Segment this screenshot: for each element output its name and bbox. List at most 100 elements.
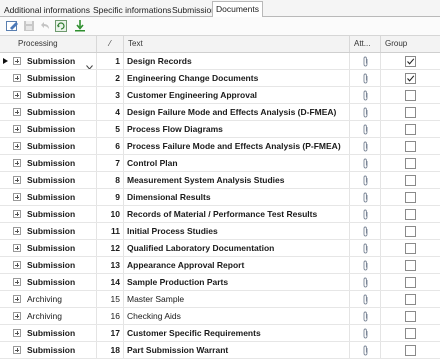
attachment-cell[interactable] bbox=[350, 121, 381, 137]
expand-icon[interactable] bbox=[13, 261, 21, 269]
processing-cell[interactable]: Submission bbox=[0, 189, 97, 205]
document-text[interactable]: Master Sample bbox=[124, 291, 350, 307]
paperclip-icon[interactable] bbox=[362, 311, 369, 322]
paperclip-icon[interactable] bbox=[362, 226, 369, 237]
paperclip-icon[interactable] bbox=[362, 90, 369, 101]
group-checkbox[interactable] bbox=[405, 175, 416, 186]
group-checkbox[interactable] bbox=[405, 209, 416, 220]
table-row[interactable]: Submission 14 Sample Production Parts bbox=[0, 274, 440, 291]
paperclip-icon[interactable] bbox=[362, 209, 369, 220]
document-text[interactable]: Records of Material / Performance Test R… bbox=[124, 206, 350, 222]
processing-cell[interactable]: Submission bbox=[0, 223, 97, 239]
attachment-cell[interactable] bbox=[350, 53, 381, 69]
tab-documents[interactable]: Documents bbox=[212, 1, 263, 18]
expand-icon[interactable] bbox=[13, 227, 21, 235]
document-text[interactable]: Process Failure Mode and Effects Analysi… bbox=[124, 138, 350, 154]
column-header-sort[interactable]: ⁄ bbox=[97, 36, 124, 52]
attachment-cell[interactable] bbox=[350, 223, 381, 239]
attachment-cell[interactable] bbox=[350, 206, 381, 222]
paperclip-icon[interactable] bbox=[362, 277, 369, 288]
paperclip-icon[interactable] bbox=[362, 124, 369, 135]
document-text[interactable]: Initial Process Studies bbox=[124, 223, 350, 239]
paperclip-icon[interactable] bbox=[362, 73, 369, 84]
paperclip-icon[interactable] bbox=[362, 192, 369, 203]
processing-cell[interactable]: Submission bbox=[0, 70, 97, 86]
document-text[interactable]: Design Failure Mode and Effects Analysis… bbox=[124, 104, 350, 120]
group-checkbox[interactable] bbox=[405, 328, 416, 339]
processing-cell[interactable]: Archiving bbox=[0, 291, 97, 307]
group-checkbox[interactable] bbox=[405, 73, 416, 84]
processing-cell[interactable]: Submission bbox=[0, 104, 97, 120]
table-row[interactable]: Archiving 16 Checking Aids bbox=[0, 308, 440, 325]
attachment-cell[interactable] bbox=[350, 342, 381, 358]
table-row[interactable]: Archiving 15 Master Sample bbox=[0, 291, 440, 308]
processing-cell[interactable]: Archiving bbox=[0, 308, 97, 324]
group-checkbox[interactable] bbox=[405, 90, 416, 101]
chevron-down-icon[interactable] bbox=[86, 59, 93, 69]
column-header-group[interactable]: Group bbox=[381, 36, 440, 52]
paperclip-icon[interactable] bbox=[362, 328, 369, 339]
expand-icon[interactable] bbox=[13, 346, 21, 354]
column-header-text[interactable]: Text bbox=[124, 36, 350, 52]
column-header-processing[interactable]: Processing bbox=[0, 36, 97, 52]
tab-specific-informations[interactable]: Specific informations bbox=[89, 2, 175, 17]
document-text[interactable]: Checking Aids bbox=[124, 308, 350, 324]
expand-icon[interactable] bbox=[13, 142, 21, 150]
attachment-cell[interactable] bbox=[350, 240, 381, 256]
expand-icon[interactable] bbox=[13, 176, 21, 184]
group-checkbox[interactable] bbox=[405, 158, 416, 169]
expand-icon[interactable] bbox=[13, 210, 21, 218]
group-checkbox[interactable] bbox=[405, 107, 416, 118]
processing-cell[interactable]: Submission bbox=[0, 53, 97, 69]
table-row[interactable]: Submission 17 Customer Specific Requiremen… bbox=[0, 325, 440, 342]
group-checkbox[interactable] bbox=[405, 226, 416, 237]
expand-icon[interactable] bbox=[13, 278, 21, 286]
group-checkbox[interactable] bbox=[405, 260, 416, 271]
paperclip-icon[interactable] bbox=[362, 56, 369, 67]
save-icon[interactable] bbox=[23, 20, 36, 32]
paperclip-icon[interactable] bbox=[362, 243, 369, 254]
processing-cell[interactable]: Submission bbox=[0, 257, 97, 273]
document-text[interactable]: Control Plan bbox=[124, 155, 350, 171]
group-checkbox[interactable] bbox=[405, 345, 416, 356]
attachment-cell[interactable] bbox=[350, 70, 381, 86]
expand-icon[interactable] bbox=[13, 244, 21, 252]
group-checkbox[interactable] bbox=[405, 311, 416, 322]
table-row[interactable]: Submission 18 Part Submission Warrant bbox=[0, 342, 440, 359]
group-checkbox[interactable] bbox=[405, 56, 416, 67]
attachment-cell[interactable] bbox=[350, 189, 381, 205]
table-row[interactable]: Submission 13 Appearance Approval Report bbox=[0, 257, 440, 274]
expand-icon[interactable] bbox=[13, 193, 21, 201]
table-row[interactable]: Submission 5 Process Flow Diagrams bbox=[0, 121, 440, 138]
column-header-attachment[interactable]: Att... bbox=[350, 36, 381, 52]
document-text[interactable]: Engineering Change Documents bbox=[124, 70, 350, 86]
paperclip-icon[interactable] bbox=[362, 107, 369, 118]
document-text[interactable]: Sample Production Parts bbox=[124, 274, 350, 290]
group-checkbox[interactable] bbox=[405, 124, 416, 135]
paperclip-icon[interactable] bbox=[362, 175, 369, 186]
attachment-cell[interactable] bbox=[350, 308, 381, 324]
group-checkbox[interactable] bbox=[405, 243, 416, 254]
expand-icon[interactable] bbox=[13, 108, 21, 116]
expand-icon[interactable] bbox=[13, 312, 21, 320]
attachment-cell[interactable] bbox=[350, 104, 381, 120]
group-checkbox[interactable] bbox=[405, 294, 416, 305]
expand-icon[interactable] bbox=[13, 125, 21, 133]
processing-cell[interactable]: Submission bbox=[0, 155, 97, 171]
paperclip-icon[interactable] bbox=[362, 158, 369, 169]
group-checkbox[interactable] bbox=[405, 141, 416, 152]
processing-cell[interactable]: Submission bbox=[0, 121, 97, 137]
processing-cell[interactable]: Submission bbox=[0, 172, 97, 188]
document-text[interactable]: Customer Specific Requirements bbox=[124, 325, 350, 341]
expand-icon[interactable] bbox=[13, 91, 21, 99]
table-row[interactable]: Submission 3 Customer Engineering Approval bbox=[0, 87, 440, 104]
paperclip-icon[interactable] bbox=[362, 141, 369, 152]
expand-icon[interactable] bbox=[13, 159, 21, 167]
table-row[interactable]: Submission 9 Dimensional Results bbox=[0, 189, 440, 206]
document-text[interactable]: Dimensional Results bbox=[124, 189, 350, 205]
processing-cell[interactable]: Submission bbox=[0, 138, 97, 154]
document-text[interactable]: Customer Engineering Approval bbox=[124, 87, 350, 103]
group-checkbox[interactable] bbox=[405, 277, 416, 288]
expand-icon[interactable] bbox=[13, 329, 21, 337]
attachment-cell[interactable] bbox=[350, 257, 381, 273]
